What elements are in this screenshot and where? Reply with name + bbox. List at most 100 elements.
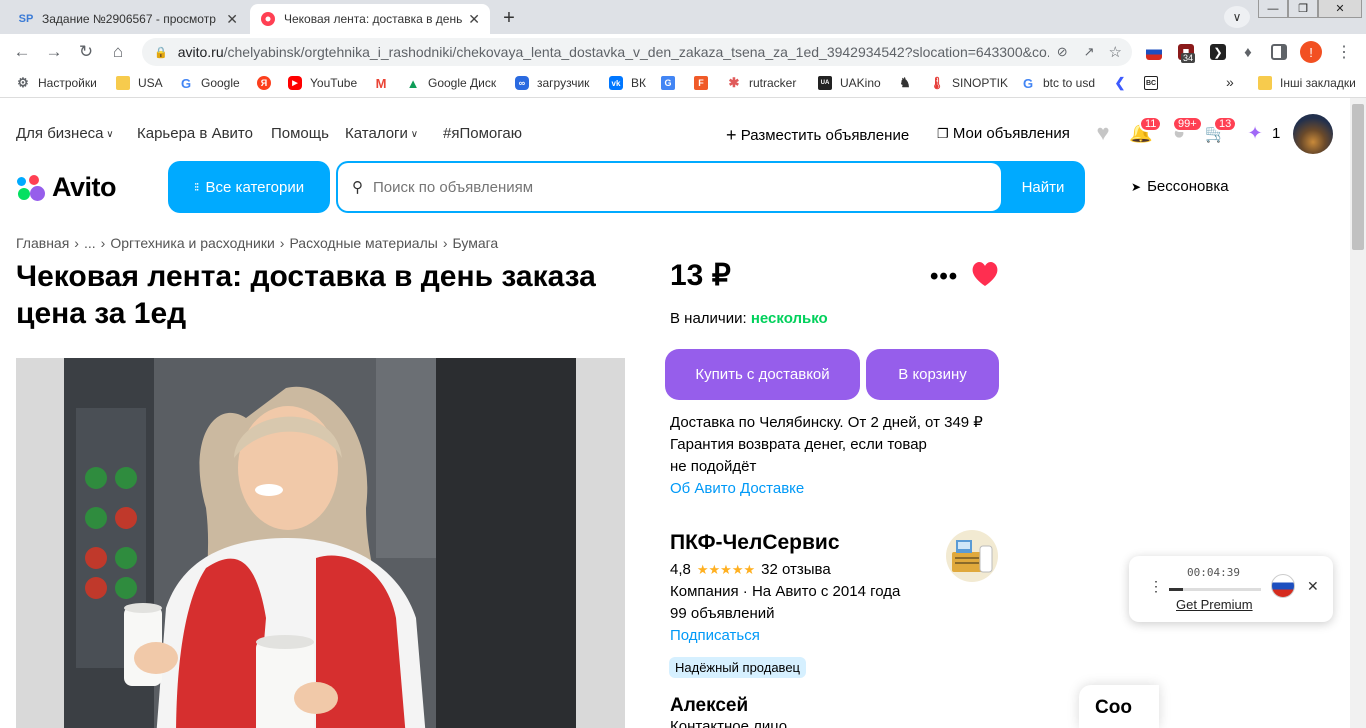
bookmark-settings[interactable]: ⚙ Настройки xyxy=(16,75,97,90)
yandex-icon: Я xyxy=(257,76,271,90)
thermometer-icon: 🌡 xyxy=(929,76,945,90)
user-avatar[interactable] xyxy=(1293,114,1333,154)
nav-career[interactable]: Карьера в Авито xyxy=(137,125,253,142)
avito-logo[interactable]: Avito xyxy=(16,172,117,203)
block-icon[interactable]: ⊘ xyxy=(1057,44,1068,60)
post-ad-link[interactable]: + Разместить объявление xyxy=(726,125,909,146)
nav-ya-pomogayu[interactable]: #яПомогаю xyxy=(443,125,522,142)
share-icon[interactable]: ↗ xyxy=(1084,44,1095,60)
widget-menu-icon[interactable]: ⋮ xyxy=(1149,578,1163,595)
bookmark-bc[interactable]: BC xyxy=(1144,76,1166,90)
avito-favicon-icon xyxy=(260,11,276,27)
listing-photo[interactable] xyxy=(16,358,625,728)
scrollbar-thumb[interactable] xyxy=(1352,104,1364,250)
minimize-button[interactable]: — xyxy=(1258,0,1288,18)
address-bar[interactable]: 🔒 avito.ru/chelyabinsk/orgtehnika_i_rash… xyxy=(142,38,1132,66)
favorites-heart-icon[interactable]: ♥ xyxy=(1090,120,1116,146)
reload-icon[interactable]: ↻ xyxy=(76,42,96,62)
buy-with-delivery-button[interactable]: Купить с доставкой xyxy=(665,349,860,400)
about-avito-delivery-link[interactable]: Об Авито Доставке xyxy=(670,480,804,497)
more-options-icon[interactable]: ••• xyxy=(930,263,958,291)
add-to-cart-button[interactable]: В корзину xyxy=(866,349,999,400)
seller-ads-count[interactable]: 99 объявлений xyxy=(670,605,775,622)
profile-avatar[interactable]: ! xyxy=(1300,41,1322,63)
tab-search-button[interactable]: ∨ xyxy=(1224,6,1250,28)
bookmark-loader[interactable]: ∞ загрузчик xyxy=(515,76,589,90)
bookmark-google[interactable]: G Google xyxy=(179,76,240,91)
favorite-heart-icon[interactable] xyxy=(970,260,1000,288)
tab-task[interactable]: SP Задание №2906567 - просмотр ✕ xyxy=(8,4,248,34)
contact-name: Алексей xyxy=(670,695,749,716)
bookmark-f[interactable]: F xyxy=(694,76,716,90)
bookmarks-more-button[interactable]: » xyxy=(1226,74,1234,90)
bookmark-chess[interactable]: ♞ xyxy=(898,75,920,90)
chat-panel-stub[interactable]: Соо xyxy=(1079,685,1159,728)
bookmark-btc[interactable]: Gbtc to usd xyxy=(1021,76,1095,91)
widget-progress-bar[interactable] xyxy=(1169,588,1261,591)
bookmark-translate[interactable]: G xyxy=(661,76,683,90)
breadcrumb: Главная ›... › Оргтехника и расходники › Расх… xyxy=(16,235,499,251)
bookmark-arrow[interactable]: ❮ xyxy=(1113,75,1135,90)
promo-ticket-icon[interactable]: ✦ xyxy=(1242,120,1268,146)
breadcrumb-consumables[interactable]: Расходные материалы xyxy=(289,235,437,251)
breadcrumb-ellipsis[interactable]: ... xyxy=(84,235,96,251)
russia-flag-icon[interactable] xyxy=(1271,574,1295,598)
bookmark-uakino[interactable]: UA UAKino xyxy=(818,76,881,90)
forward-icon[interactable]: → xyxy=(44,42,64,62)
bookmark-gmail[interactable]: M xyxy=(374,76,396,91)
breadcrumb-office-equipment[interactable]: Оргтехника и расходники xyxy=(110,235,274,251)
nav-for-business[interactable]: Для бизнеса xyxy=(16,125,114,142)
bookmark-sinoptik[interactable]: 🌡 SINOPTIK xyxy=(929,76,1008,90)
seller-rating[interactable]: 4,8 ★★★★★ 32 отзыва xyxy=(670,561,831,578)
bookmark-drive[interactable]: ▲ Google Диск xyxy=(406,76,497,91)
seller-name[interactable]: ПКФ-ЧелСервис xyxy=(670,531,840,555)
bookmark-other[interactable]: Інші закладки xyxy=(1258,76,1356,90)
new-tab-button[interactable]: + xyxy=(496,6,522,30)
search-field[interactable]: ⚲ xyxy=(338,163,1001,211)
bookmark-star-icon[interactable]: ☆ xyxy=(1109,43,1122,61)
bookmark-usa[interactable]: USA xyxy=(116,76,163,90)
bookmark-youtube[interactable]: ▶ YouTube xyxy=(288,76,357,90)
breadcrumb-paper[interactable]: Бумага xyxy=(453,235,499,251)
listing-title: Чековая лента: доставка в день заказа це… xyxy=(16,260,596,330)
search-button[interactable]: Найти xyxy=(1001,161,1085,213)
bookmarks-bar: ⚙ Настройки USA G Google Я ▶ YouTube M ▲ Goo… xyxy=(0,70,1366,98)
tab-title: Чековая лента: доставка в день xyxy=(284,12,463,26)
restore-button[interactable]: ❐ xyxy=(1288,0,1318,18)
search-input[interactable] xyxy=(373,178,1001,196)
home-icon[interactable]: ⌂ xyxy=(108,42,128,62)
bc-icon: BC xyxy=(1144,76,1158,90)
window-close-button[interactable]: ✕ xyxy=(1318,0,1362,18)
stock-value: несколько xyxy=(750,310,828,327)
bookmark-vk[interactable]: vk ВК xyxy=(609,76,646,90)
all-categories-label: Все категории xyxy=(205,178,305,196)
all-categories-button[interactable]: ⁝⁝ Все категории xyxy=(168,161,330,213)
extensions-puzzle-icon[interactable]: ♦ xyxy=(1240,44,1256,61)
seller-avatar[interactable] xyxy=(946,530,998,582)
russia-flag-icon[interactable] xyxy=(1146,44,1162,60)
browser-toolbar: ← → ↻ ⌂ 🔒 avito.ru/chelyabinsk/orgtehnik… xyxy=(0,34,1366,70)
bookmark-rutracker[interactable]: ✱ rutracker xyxy=(727,75,797,90)
price: 13 ₽ xyxy=(670,259,731,292)
folder-icon xyxy=(116,76,130,90)
widget-close-icon[interactable]: ✕ xyxy=(1307,578,1319,595)
tab-close-icon[interactable]: ✕ xyxy=(226,11,238,28)
extension-arrow-icon[interactable]: ❯ xyxy=(1210,44,1226,60)
menu-dots-icon[interactable]: ⋮ xyxy=(1336,44,1352,61)
subscribe-link[interactable]: Подписаться xyxy=(670,627,760,644)
breadcrumb-main[interactable]: Главная xyxy=(16,235,69,251)
page-scrollbar[interactable] xyxy=(1350,98,1366,728)
tab-avito[interactable]: Чековая лента: доставка в день ✕ xyxy=(250,4,490,34)
city-selector[interactable]: ➤ Бессоновка xyxy=(1131,178,1229,195)
tab-close-icon[interactable]: ✕ xyxy=(468,11,480,28)
nav-help[interactable]: Помощь xyxy=(271,125,329,142)
nav-catalogs[interactable]: Каталоги xyxy=(345,125,418,142)
side-panel-icon[interactable] xyxy=(1271,44,1287,60)
url-text: avito.ru/chelyabinsk/orgtehnika_i_rashod… xyxy=(177,44,1049,60)
my-ads-label: Мои объявления xyxy=(952,125,1070,142)
back-icon[interactable]: ← xyxy=(12,42,32,62)
notifications-badge: 11 xyxy=(1139,116,1163,132)
get-premium-link[interactable]: Get Premium xyxy=(1176,597,1253,612)
my-ads-link[interactable]: ❐ Мои объявления xyxy=(937,125,1070,142)
bookmark-yandex[interactable]: Я xyxy=(257,76,279,90)
